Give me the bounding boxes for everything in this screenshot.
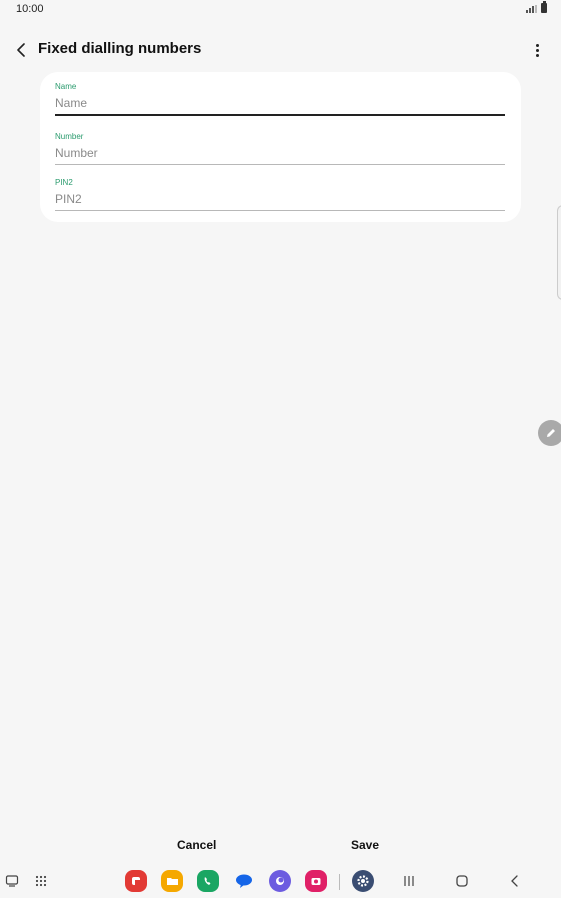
form-card: Name Number PIN2	[40, 72, 521, 222]
gear-icon	[357, 875, 369, 887]
pin2-underline	[55, 210, 505, 211]
signal-icon	[526, 5, 537, 13]
camera-app-icon[interactable]	[305, 870, 327, 892]
recent-apps-button[interactable]	[1, 870, 23, 892]
page-title: Fixed dialling numbers	[38, 40, 202, 57]
settings-app-icon[interactable]	[352, 870, 374, 892]
chevron-left-icon	[17, 43, 25, 57]
camera-icon	[311, 878, 321, 885]
internet-planet-icon	[276, 877, 284, 885]
recents-nav-button[interactable]	[398, 870, 420, 892]
save-button[interactable]: Save	[351, 838, 379, 852]
flipboard-app-icon[interactable]	[125, 870, 147, 892]
more-dot	[535, 43, 539, 47]
home-nav-icon	[456, 875, 468, 887]
pin2-field-group: PIN2	[55, 178, 505, 211]
number-underline	[55, 164, 505, 165]
back-button[interactable]	[10, 38, 34, 62]
recent-apps-icon	[5, 875, 19, 887]
app-header: Fixed dialling numbers	[0, 30, 561, 70]
status-time: 10:00	[16, 3, 44, 15]
taskbar	[0, 866, 561, 898]
taskbar-divider	[339, 874, 340, 890]
recents-nav-icon	[404, 876, 414, 886]
name-field-group: Name	[55, 82, 505, 116]
folder-icon	[166, 878, 178, 885]
bottom-actions: Cancel Save	[0, 834, 561, 858]
name-underline	[55, 114, 505, 116]
messages-app-icon[interactable]	[233, 870, 255, 892]
phone-app-icon[interactable]	[197, 870, 219, 892]
edit-button[interactable]	[538, 420, 561, 446]
more-options-button[interactable]	[525, 38, 549, 62]
number-field-group: Number	[55, 132, 505, 165]
edge-panel-handle[interactable]	[557, 205, 561, 300]
flipboard-logo-icon	[132, 877, 140, 885]
app-drawer-icon	[35, 875, 47, 887]
status-bar: 10:00	[0, 0, 561, 18]
phone-icon	[204, 877, 211, 885]
cancel-button[interactable]: Cancel	[177, 838, 216, 852]
files-app-icon[interactable]	[161, 870, 183, 892]
number-label: Number	[55, 132, 84, 141]
back-nav-icon	[511, 875, 518, 887]
battery-icon	[541, 1, 547, 13]
name-input[interactable]	[55, 91, 505, 114]
number-input[interactable]	[55, 141, 505, 164]
pencil-icon	[547, 429, 555, 437]
name-label: Name	[55, 82, 77, 91]
message-bubble-icon	[236, 874, 252, 888]
status-icons	[526, 1, 547, 13]
back-nav-button[interactable]	[504, 870, 526, 892]
pin2-label: PIN2	[55, 178, 73, 187]
pin2-input[interactable]	[55, 187, 505, 210]
more-dot	[535, 53, 539, 57]
app-drawer-button[interactable]	[30, 870, 52, 892]
internet-app-icon[interactable]	[269, 870, 291, 892]
more-dot	[535, 48, 539, 52]
home-nav-button[interactable]	[451, 870, 473, 892]
